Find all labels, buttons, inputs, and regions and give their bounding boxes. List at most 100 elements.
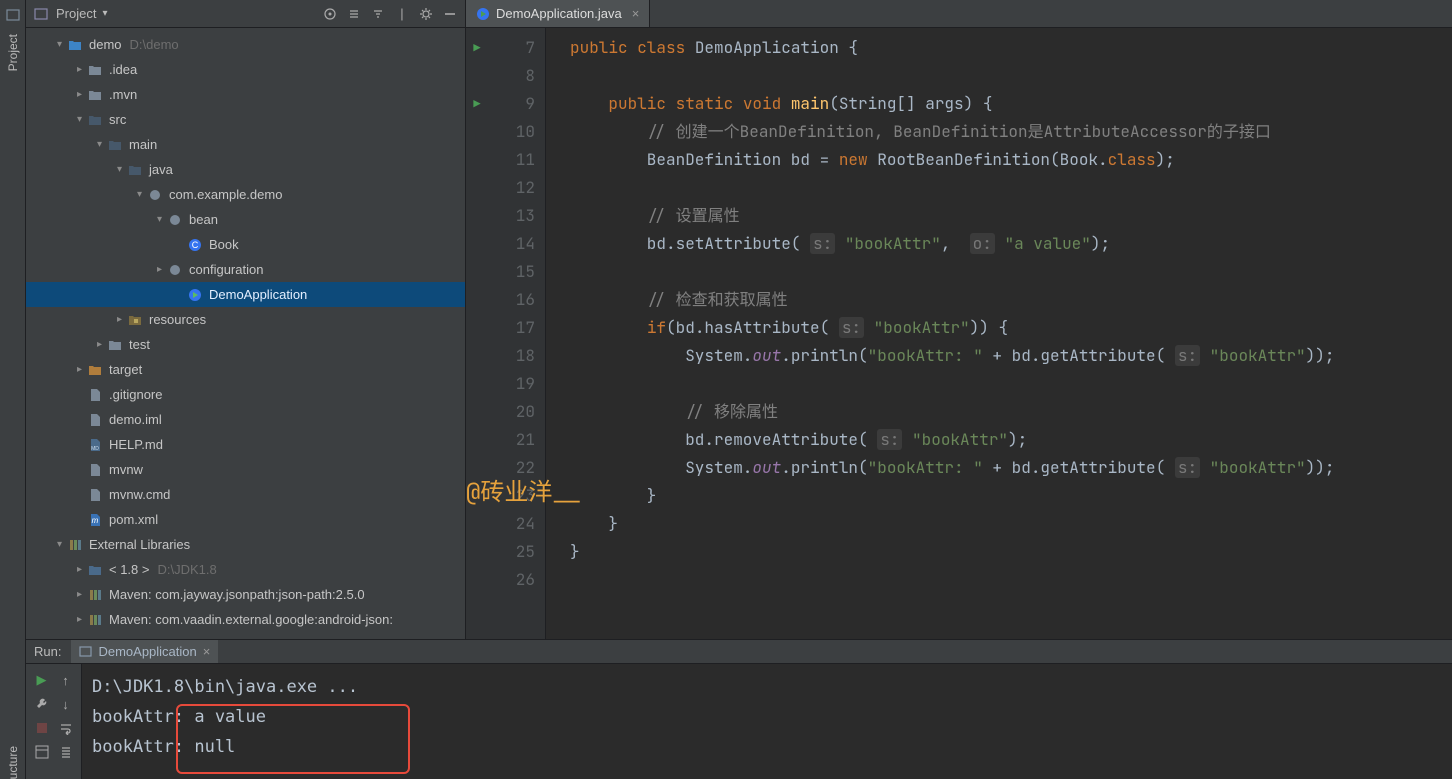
code-line[interactable]: } [570, 482, 1452, 510]
tree-item[interactable]: ▾java [26, 157, 465, 182]
tree-node-icon [67, 38, 83, 52]
code-line[interactable]: // 创建一个BeanDefinition, BeanDefinition是At… [570, 118, 1452, 146]
tree-twisty-icon[interactable]: ▾ [112, 164, 127, 175]
tree-item[interactable]: ▸test [26, 332, 465, 357]
editor-area: DemoApplication.java × ▶▶ 78910111213141… [466, 0, 1452, 639]
code-line[interactable] [570, 566, 1452, 594]
code-line[interactable] [570, 370, 1452, 398]
tree-item[interactable]: mvnw [26, 457, 465, 482]
hide-icon[interactable] [441, 5, 459, 23]
tree-twisty-icon[interactable]: ▾ [152, 214, 167, 225]
code-line[interactable]: bd.setAttribute( s: "bookAttr", o: "a va… [570, 230, 1452, 258]
tree-twisty-icon[interactable]: ▸ [72, 64, 87, 75]
run-output[interactable]: D:\JDK1.8\bin\java.exe ...bookAttr: a va… [82, 664, 1452, 779]
code-area[interactable]: ▶▶ 7891011121314151617181920212223242526… [466, 28, 1452, 639]
tree-item[interactable]: CBook [26, 232, 465, 257]
wrench-icon[interactable] [32, 694, 52, 714]
tree-item[interactable]: ▾src [26, 107, 465, 132]
tree-twisty-icon[interactable]: ▸ [72, 564, 87, 575]
tree-node-label: mvnw.cmd [109, 487, 170, 502]
tree-node-icon [87, 613, 103, 627]
project-tool-label[interactable]: Project [6, 34, 20, 71]
tree-item[interactable]: ▾com.example.demo [26, 182, 465, 207]
code-line[interactable]: // 设置属性 [570, 202, 1452, 230]
tree-twisty-icon[interactable]: ▸ [72, 89, 87, 100]
project-tree[interactable]: ▾demoD:\demo▸.idea▸.mvn▾src▾main▾java▾co… [26, 28, 465, 639]
run-label: Run: [34, 644, 61, 659]
tree-item[interactable]: mvnw.cmd [26, 482, 465, 507]
structure-tool-label[interactable]: ucture [6, 746, 20, 779]
tree-twisty-icon[interactable]: ▾ [52, 539, 67, 550]
code-line[interactable] [570, 62, 1452, 90]
gutter-run-slot [466, 566, 488, 594]
code-line[interactable]: BeanDefinition bd = new RootBeanDefiniti… [570, 146, 1452, 174]
tree-item[interactable]: ▾bean [26, 207, 465, 232]
tree-item[interactable]: ▾ main [26, 132, 465, 157]
code-line[interactable] [570, 174, 1452, 202]
gutter-run-slot[interactable]: ▶ [466, 34, 488, 62]
up-stack-icon[interactable]: ↑ [56, 670, 76, 690]
tree-item[interactable]: DemoApplication [26, 282, 465, 307]
tree-item[interactable]: ▸.mvn [26, 82, 465, 107]
tree-item[interactable]: ▸< 1.8 >D:\JDK1.8 [26, 557, 465, 582]
code-line[interactable]: public class DemoApplication { [570, 34, 1452, 62]
code-line[interactable]: if(bd.hasAttribute( s: "bookAttr")) { [570, 314, 1452, 342]
stop-icon[interactable] [32, 718, 52, 738]
tree-item[interactable]: ▸target [26, 357, 465, 382]
tree-item[interactable]: ▸Maven: com.jayway.jsonpath:json-path:2.… [26, 582, 465, 607]
tree-twisty-icon[interactable]: ▸ [152, 264, 167, 275]
tree-item[interactable]: ▾External Libraries [26, 532, 465, 557]
tree-item[interactable]: .gitignore [26, 382, 465, 407]
layout-icon[interactable] [32, 742, 52, 762]
close-icon[interactable]: × [632, 6, 640, 21]
tree-item[interactable]: ▸configuration [26, 257, 465, 282]
tree-twisty-icon[interactable]: ▸ [112, 314, 127, 325]
code-line[interactable]: System.out.println("bookAttr: " + bd.get… [570, 454, 1452, 482]
tree-item[interactable]: mpom.xml [26, 507, 465, 532]
locate-icon[interactable] [321, 5, 339, 23]
rerun-icon[interactable]: ▶ [32, 670, 52, 690]
tree-twisty-icon[interactable]: ▸ [72, 589, 87, 600]
tree-node-icon [107, 338, 123, 352]
code-line[interactable]: public static void main(String[] args) { [570, 90, 1452, 118]
down-stack-icon[interactable]: ↓ [56, 694, 76, 714]
sidebar-title[interactable]: Project ▾ [56, 6, 108, 21]
gear-icon[interactable] [417, 5, 435, 23]
tree-twisty-icon[interactable]: ▾ [72, 114, 87, 125]
project-tool-icon[interactable] [6, 8, 20, 22]
code-body[interactable]: public class DemoApplication { public st… [560, 28, 1452, 639]
svg-text:C: C [192, 240, 199, 250]
code-line[interactable]: // 检查和获取属性 [570, 286, 1452, 314]
scroll-end-icon[interactable] [56, 742, 76, 762]
tree-node-label: mvnw [109, 462, 143, 477]
expand-all-icon[interactable] [345, 5, 363, 23]
tree-item[interactable]: demo.iml [26, 407, 465, 432]
code-line[interactable] [570, 258, 1452, 286]
tree-twisty-icon[interactable]: ▸ [92, 339, 107, 350]
soft-wrap-icon[interactable] [56, 718, 76, 738]
tree-twisty-icon[interactable]: ▾ [52, 39, 67, 50]
tree-twisty-icon[interactable]: ▾ [132, 189, 147, 200]
run-config-tab[interactable]: DemoApplication × [71, 640, 218, 663]
tree-item[interactable]: ▸.idea [26, 57, 465, 82]
editor-tab[interactable]: DemoApplication.java × [466, 0, 650, 27]
tree-item[interactable]: MDHELP.md [26, 432, 465, 457]
code-line[interactable]: } [570, 510, 1452, 538]
code-line[interactable]: } [570, 538, 1452, 566]
tree-twisty-icon[interactable]: ▸ [72, 364, 87, 375]
tree-node-label: main [129, 137, 157, 152]
collapse-all-icon[interactable] [369, 5, 387, 23]
code-line[interactable]: System.out.println("bookAttr: " + bd.get… [570, 342, 1452, 370]
tree-twisty-icon[interactable]: ▸ [72, 614, 87, 625]
tree-item[interactable]: ▸resources [26, 307, 465, 332]
gutter-run-slot[interactable]: ▶ [466, 90, 488, 118]
code-line[interactable]: // 移除属性 [570, 398, 1452, 426]
gutter-run-slot [466, 314, 488, 342]
code-line[interactable]: bd.removeAttribute( s: "bookAttr"); [570, 426, 1452, 454]
tree-item[interactable]: ▾demoD:\demo [26, 32, 465, 57]
tree-twisty-icon[interactable]: ▾ [92, 139, 107, 150]
gutter-run-slot [466, 538, 488, 566]
tree-item[interactable]: ▸Maven: com.vaadin.external.google:andro… [26, 607, 465, 632]
line-number: 20 [488, 398, 535, 426]
close-icon[interactable]: × [203, 644, 211, 659]
